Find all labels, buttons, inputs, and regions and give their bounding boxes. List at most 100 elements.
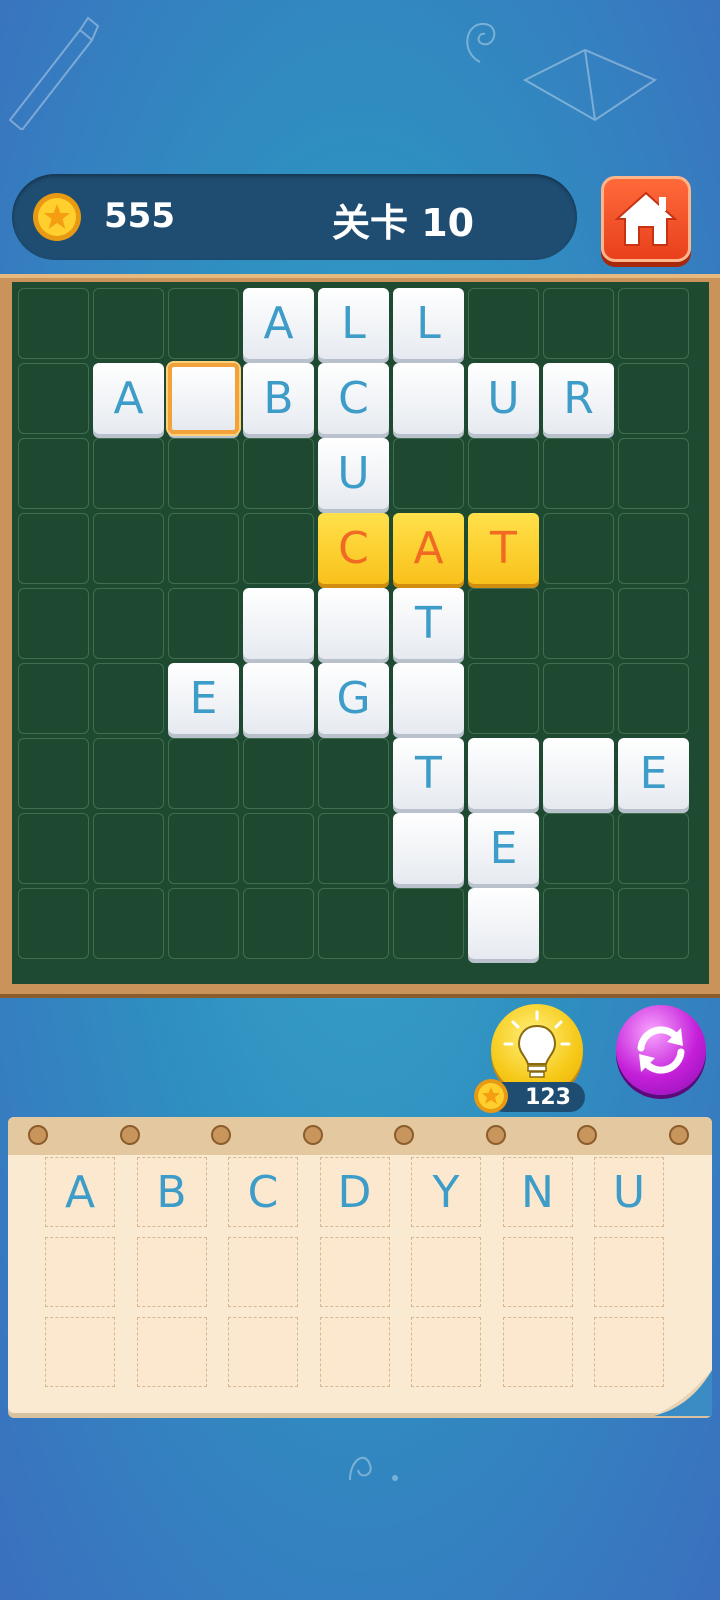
board-cell — [618, 363, 689, 434]
letter-tile[interactable]: E — [618, 738, 689, 809]
board-cell — [168, 738, 239, 809]
board-cell — [243, 513, 314, 584]
binder-ring — [119, 1125, 140, 1145]
refresh-button[interactable] — [616, 1005, 706, 1095]
letter-choice[interactable]: C — [228, 1157, 298, 1227]
empty-slot — [45, 1317, 115, 1387]
board-cell — [618, 813, 689, 884]
empty-tile[interactable] — [318, 588, 389, 659]
binder-ring — [28, 1125, 48, 1145]
board-cell — [168, 513, 239, 584]
empty-slot — [45, 1237, 115, 1307]
binder-ring — [394, 1125, 414, 1145]
letter-tile[interactable]: A — [243, 288, 314, 359]
board-cell — [18, 588, 89, 659]
letter-choice[interactable]: N — [502, 1157, 573, 1227]
board-cell — [468, 438, 539, 509]
board-cell — [543, 888, 614, 959]
pencil-doodle-icon — [8, 16, 100, 130]
letter-tile[interactable]: G — [318, 663, 389, 734]
binder-ring — [668, 1125, 689, 1145]
board-cell — [243, 888, 314, 959]
board-cell — [18, 438, 89, 509]
board-cell — [93, 663, 164, 734]
empty-slot — [136, 1317, 207, 1387]
board-cell — [18, 363, 89, 434]
letter-tile[interactable]: T — [393, 588, 464, 659]
board-cell — [618, 438, 689, 509]
board-cell — [93, 288, 164, 359]
empty-tile[interactable] — [393, 813, 464, 884]
letter-choice[interactable]: B — [136, 1157, 207, 1227]
swirl-doodle-icon — [466, 22, 496, 63]
board-cell — [168, 288, 239, 359]
empty-slot — [411, 1317, 481, 1387]
letter-tile[interactable]: L — [393, 288, 464, 359]
empty-tile[interactable] — [243, 588, 314, 659]
letter-tile[interactable]: B — [243, 363, 314, 434]
letter-tile[interactable]: L — [318, 288, 389, 359]
letter-tile[interactable]: U — [468, 363, 539, 434]
empty-slot — [502, 1237, 573, 1307]
letter-choice[interactable]: Y — [411, 1157, 481, 1227]
refresh-icon — [637, 1026, 685, 1074]
board-cell — [93, 513, 164, 584]
home-button[interactable] — [601, 176, 691, 262]
board-cell — [318, 813, 389, 884]
tray-header — [8, 1117, 712, 1155]
letter-tile[interactable]: E — [468, 813, 539, 884]
coin-icon — [474, 1079, 508, 1113]
hint-cost-value: 123 — [525, 1084, 571, 1110]
empty-tile[interactable] — [468, 888, 539, 959]
board-cell — [618, 663, 689, 734]
letter-tile[interactable]: U — [318, 438, 389, 509]
board-cell — [393, 888, 464, 959]
board-cell — [543, 663, 614, 734]
binder-ring — [211, 1125, 231, 1145]
crossword-board: ALLABCURUCATTEGTEE — [12, 282, 709, 984]
letter-tile[interactable]: C — [318, 363, 389, 434]
empty-tile[interactable] — [543, 738, 614, 809]
empty-tile[interactable] — [393, 363, 464, 434]
board-cell — [168, 438, 239, 509]
letter-tray: ABCDYNU — [8, 1117, 712, 1413]
board-cell — [18, 288, 89, 359]
board-cell — [468, 588, 539, 659]
board-cell — [93, 888, 164, 959]
empty-tile[interactable] — [393, 663, 464, 734]
board-cell — [543, 588, 614, 659]
board-cell — [318, 738, 389, 809]
board-cell — [543, 813, 614, 884]
letter-tile[interactable]: E — [168, 663, 239, 734]
letter-choice[interactable]: D — [319, 1157, 390, 1227]
board-cell — [543, 513, 614, 584]
board-cell — [168, 888, 239, 959]
letter-tile[interactable]: A — [93, 363, 164, 434]
empty-slot — [411, 1237, 481, 1307]
board-cell — [243, 813, 314, 884]
letter-choice[interactable]: U — [594, 1157, 664, 1227]
home-icon — [614, 191, 678, 246]
empty-slot — [228, 1237, 298, 1307]
status-bar: 555 关卡 10 — [12, 174, 577, 260]
letter-tile[interactable]: A — [393, 513, 464, 584]
empty-tile[interactable] — [468, 738, 539, 809]
letter-tile[interactable]: T — [468, 513, 539, 584]
letter-tile[interactable]: R — [543, 363, 614, 434]
level-label: 关卡 10 — [332, 201, 475, 245]
board-cell — [93, 813, 164, 884]
board-cell — [18, 663, 89, 734]
empty-tile[interactable] — [243, 663, 314, 734]
board-cell — [93, 588, 164, 659]
board-cell — [618, 513, 689, 584]
letter-tile[interactable]: C — [318, 513, 389, 584]
book-doodle-icon — [522, 48, 658, 122]
coins-count: 555 — [104, 196, 175, 236]
board-cell — [468, 663, 539, 734]
empty-tile[interactable] — [168, 363, 239, 434]
empty-slot — [228, 1317, 298, 1387]
letter-tile[interactable]: T — [393, 738, 464, 809]
board-cell — [618, 888, 689, 959]
empty-slot — [136, 1237, 207, 1307]
letter-choice[interactable]: A — [45, 1157, 115, 1227]
